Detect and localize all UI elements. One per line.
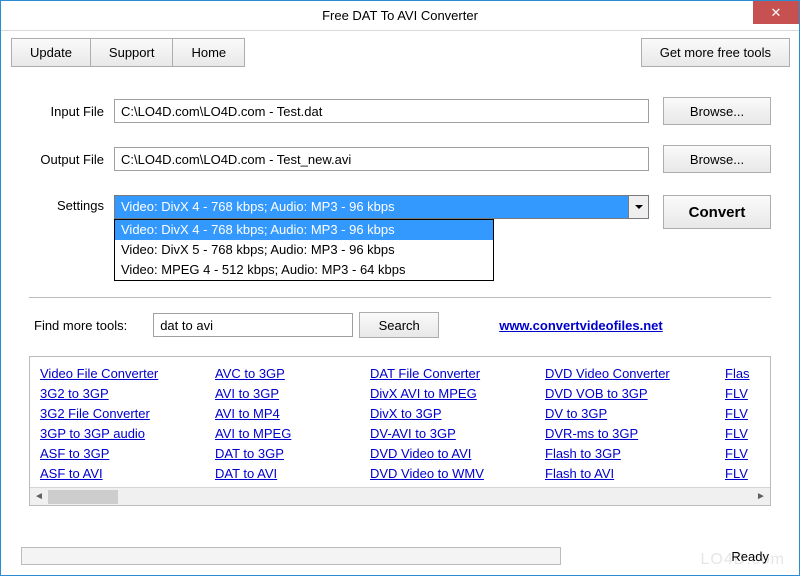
scroll-left-icon[interactable]: ◄ <box>30 488 48 506</box>
link-item[interactable]: DV to 3GP <box>545 405 725 423</box>
link-item[interactable]: DVD Video Converter <box>545 365 725 383</box>
settings-label: Settings <box>29 195 114 213</box>
toolbar: Update Support Home Get more free tools <box>1 31 799 67</box>
link-item[interactable]: FLV <box>725 445 765 463</box>
window-title: Free DAT To AVI Converter <box>322 8 478 23</box>
settings-dropdown[interactable]: Video: DivX 4 - 768 kbps; Audio: MP3 - 9… <box>114 195 649 219</box>
link-item[interactable]: DivX to 3GP <box>370 405 545 423</box>
link-item[interactable]: ASF to AVI <box>40 465 215 483</box>
settings-row: Settings Video: DivX 4 - 768 kbps; Audio… <box>29 195 771 229</box>
link-item[interactable]: DivX AVI to MPEG <box>370 385 545 403</box>
close-icon: ✕ <box>771 5 782 21</box>
link-item[interactable]: AVC to 3GP <box>215 365 370 383</box>
input-file-row: Input File Browse... <box>29 97 771 125</box>
input-file-label: Input File <box>29 104 114 119</box>
find-tools-row: Find more tools: Search www.convertvideo… <box>34 312 771 338</box>
settings-option-1[interactable]: Video: DivX 5 - 768 kbps; Audio: MP3 - 9… <box>115 240 493 260</box>
link-item[interactable]: DVR-ms to 3GP <box>545 425 725 443</box>
link-item[interactable]: ASF to 3GP <box>40 445 215 463</box>
link-item[interactable]: DV-AVI to 3GP <box>370 425 545 443</box>
link-item[interactable]: 3G2 to 3GP <box>40 385 215 403</box>
link-item[interactable]: DAT to AVI <box>215 465 370 483</box>
link-item[interactable]: Flas <box>725 365 765 383</box>
output-file-row: Output File Browse... <box>29 145 771 173</box>
scroll-right-icon[interactable]: ► <box>752 488 770 506</box>
horizontal-scrollbar[interactable]: ◄ ► <box>30 487 770 505</box>
content-area: Input File Browse... Output File Browse.… <box>1 67 799 506</box>
link-item[interactable]: 3G2 File Converter <box>40 405 215 423</box>
scroll-thumb[interactable] <box>48 490 118 504</box>
more-tools-button[interactable]: Get more free tools <box>641 38 790 67</box>
find-tools-label: Find more tools: <box>34 318 127 333</box>
link-item[interactable]: FLV <box>725 425 765 443</box>
link-item[interactable]: FLV <box>725 385 765 403</box>
link-item[interactable]: AVI to MPEG <box>215 425 370 443</box>
settings-selected-text: Video: DivX 4 - 768 kbps; Audio: MP3 - 9… <box>121 199 395 214</box>
settings-dropdown-list: Video: DivX 4 - 768 kbps; Audio: MP3 - 9… <box>114 219 494 281</box>
input-file-field[interactable] <box>114 99 649 123</box>
output-file-field[interactable] <box>114 147 649 171</box>
link-item[interactable]: FLV <box>725 465 765 483</box>
support-button[interactable]: Support <box>90 38 174 67</box>
link-item[interactable]: DVD Video to WMV <box>370 465 545 483</box>
output-file-label: Output File <box>29 152 114 167</box>
update-button[interactable]: Update <box>11 38 91 67</box>
progress-bar <box>21 547 561 565</box>
find-tools-input[interactable] <box>153 313 353 337</box>
chevron-down-icon[interactable] <box>628 196 648 218</box>
home-button[interactable]: Home <box>172 38 245 67</box>
settings-option-0[interactable]: Video: DivX 4 - 768 kbps; Audio: MP3 - 9… <box>115 220 493 240</box>
settings-selected-display[interactable]: Video: DivX 4 - 768 kbps; Audio: MP3 - 9… <box>114 195 649 219</box>
convert-button[interactable]: Convert <box>663 195 771 229</box>
link-item[interactable]: DAT to 3GP <box>215 445 370 463</box>
link-item[interactable]: DVD Video to AVI <box>370 445 545 463</box>
status-bar: Ready <box>21 547 779 565</box>
link-item[interactable]: 3GP to 3GP audio <box>40 425 215 443</box>
settings-option-2[interactable]: Video: MPEG 4 - 512 kbps; Audio: MP3 - 6… <box>115 260 493 280</box>
titlebar: Free DAT To AVI Converter ✕ <box>1 1 799 31</box>
app-window: Free DAT To AVI Converter ✕ Update Suppo… <box>0 0 800 576</box>
watermark: LO4D.com <box>701 551 785 569</box>
separator <box>29 297 771 298</box>
toolbar-left: Update Support Home <box>11 38 244 67</box>
site-link[interactable]: www.convertvideofiles.net <box>499 318 663 333</box>
link-item[interactable]: FLV <box>725 405 765 423</box>
links-grid: Video File ConverterAVC to 3GPDAT File C… <box>30 357 770 491</box>
link-item[interactable]: AVI to MP4 <box>215 405 370 423</box>
browse-input-button[interactable]: Browse... <box>663 97 771 125</box>
link-item[interactable]: Video File Converter <box>40 365 215 383</box>
close-button[interactable]: ✕ <box>753 1 799 24</box>
link-item[interactable]: Flash to AVI <box>545 465 725 483</box>
link-item[interactable]: DAT File Converter <box>370 365 545 383</box>
link-item[interactable]: AVI to 3GP <box>215 385 370 403</box>
link-item[interactable]: DVD VOB to 3GP <box>545 385 725 403</box>
search-button[interactable]: Search <box>359 312 439 338</box>
browse-output-button[interactable]: Browse... <box>663 145 771 173</box>
links-panel: Video File ConverterAVC to 3GPDAT File C… <box>29 356 771 506</box>
link-item[interactable]: Flash to 3GP <box>545 445 725 463</box>
